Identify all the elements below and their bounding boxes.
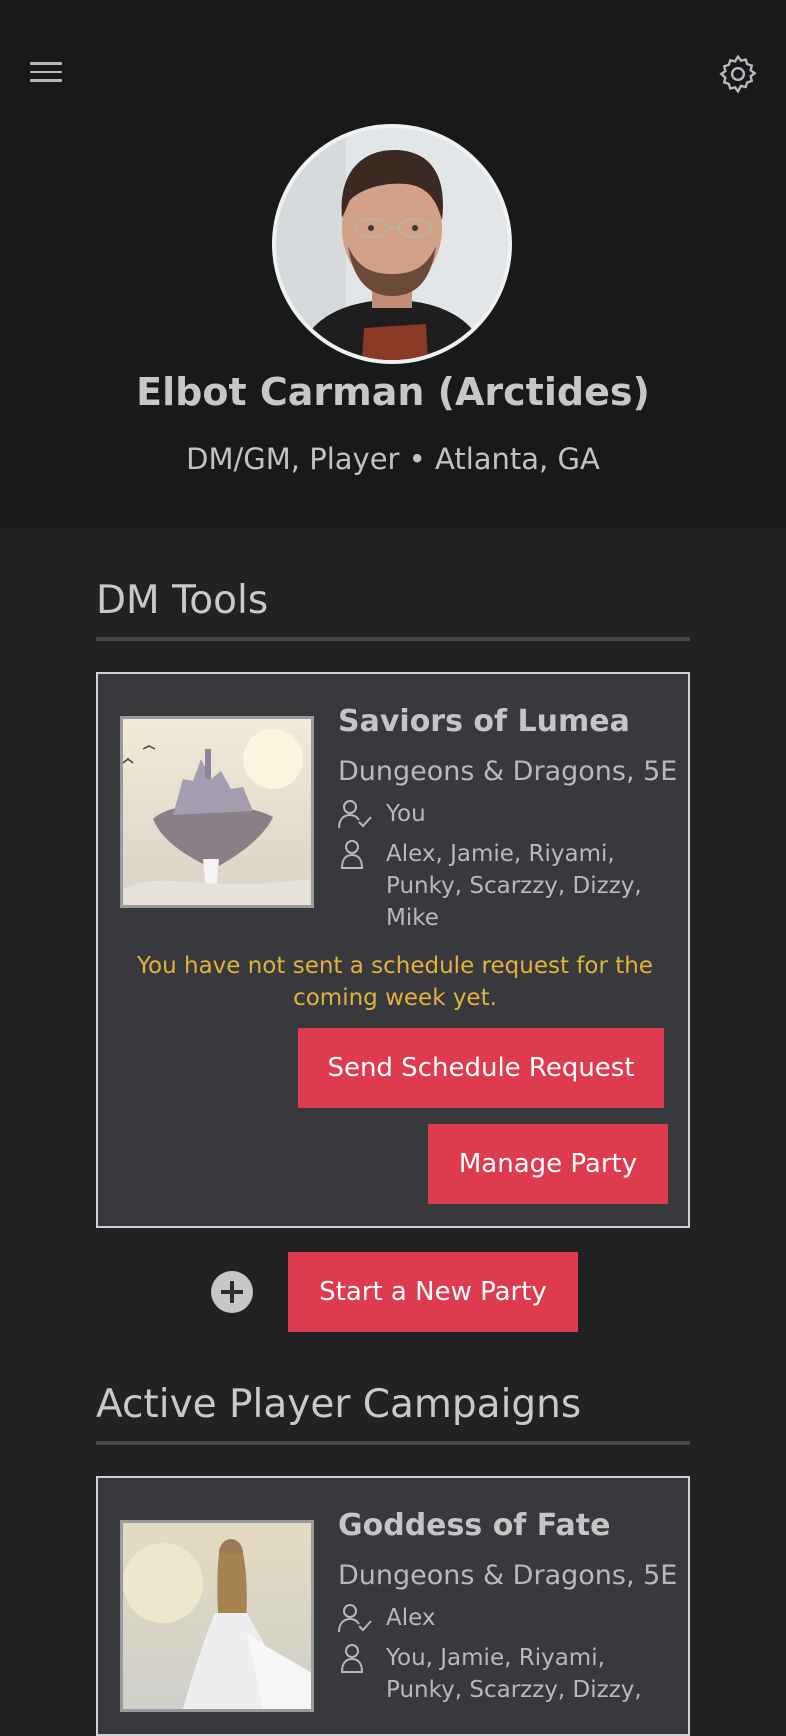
user-icon	[340, 840, 364, 869]
user-check-icon	[338, 1604, 372, 1633]
schedule-notice: You have not sent a schedule request for…	[137, 953, 653, 1011]
profile-subtitle: DM/GM, Player • Atlanta, GA	[186, 442, 600, 476]
profile-header: Elbot Carman (Arctides) DM/GM, Player • …	[0, 0, 786, 528]
campaign-players: You, Jamie, Riyami, Punky, Scarzzy, Dizz…	[386, 1645, 642, 1703]
dm-tools-heading: DM Tools	[96, 578, 690, 641]
user-icon	[340, 1644, 364, 1673]
start-new-party-button[interactable]: Start a New Party	[288, 1252, 578, 1332]
campaign-dm-row: Alex	[338, 1602, 666, 1634]
party-title[interactable]: Saviors of Lumea	[338, 704, 630, 739]
campaign-title[interactable]: Goddess of Fate	[338, 1508, 610, 1543]
user-check-icon	[338, 800, 372, 829]
profile-name: Elbot Carman (Arctides)	[136, 370, 650, 414]
active-player-campaigns-heading: Active Player Campaigns	[96, 1382, 690, 1445]
campaign-image[interactable]	[120, 1520, 314, 1712]
manage-party-button[interactable]: Manage Party	[428, 1124, 668, 1204]
campaign-card: Goddess of Fate Dungeons & Dragons, 5E A…	[96, 1476, 690, 1736]
avatar	[272, 124, 512, 364]
gear-icon[interactable]	[716, 52, 760, 96]
party-dm-name: You	[386, 801, 426, 827]
campaign-dm-name: Alex	[386, 1605, 436, 1631]
campaign-players-row: You, Jamie, Riyami, Punky, Scarzzy, Dizz…	[338, 1642, 666, 1706]
campaign-system: Dungeons & Dragons, 5E	[338, 1560, 678, 1591]
plus-circle-icon[interactable]	[210, 1270, 254, 1314]
party-players: Alex, Jamie, Riyami, Punky, Scarzzy, Diz…	[386, 841, 642, 931]
party-image[interactable]	[120, 716, 314, 908]
party-system: Dungeons & Dragons, 5E	[338, 756, 678, 787]
hamburger-menu-icon[interactable]	[30, 54, 66, 90]
party-card: Saviors of Lumea Dungeons & Dragons, 5E …	[96, 672, 690, 1228]
send-schedule-request-button[interactable]: Send Schedule Request	[298, 1028, 664, 1108]
party-players-row: Alex, Jamie, Riyami, Punky, Scarzzy, Diz…	[338, 838, 666, 934]
party-dm-row: You	[338, 798, 666, 830]
